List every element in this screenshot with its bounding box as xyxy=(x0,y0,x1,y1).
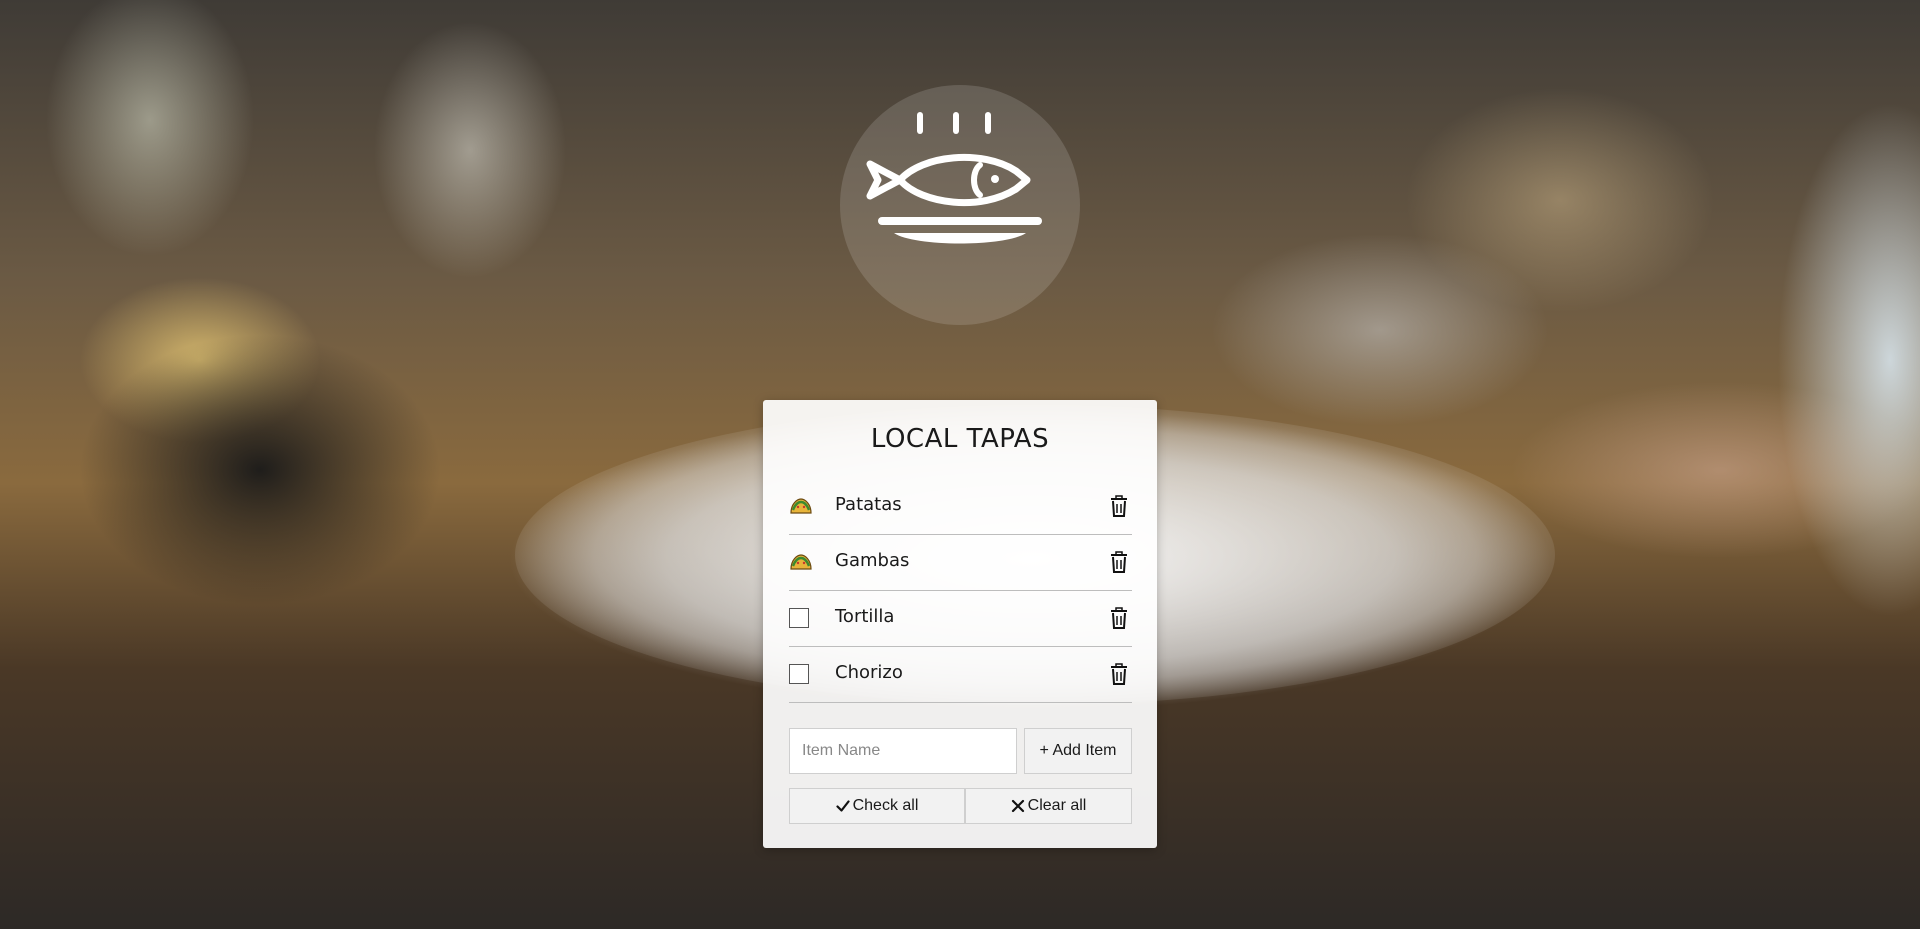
item-checkbox[interactable] xyxy=(789,608,809,628)
add-item-label: + Add Item xyxy=(1039,742,1117,759)
tapas-list-card: LOCAL TAPAS Patatas Gambas Tortilla Chor… xyxy=(763,400,1157,848)
item-label: Tortilla xyxy=(835,606,895,627)
clear-all-button[interactable]: Clear all xyxy=(965,788,1132,824)
checkmark-icon xyxy=(835,800,850,812)
fish-plate-icon xyxy=(866,112,1042,244)
check-all-label: Check all xyxy=(852,797,919,814)
list-item: Gambas xyxy=(789,534,1132,591)
item-label: Patatas xyxy=(835,494,902,515)
app-logo xyxy=(840,85,1080,325)
list-item: Chorizo xyxy=(789,646,1132,703)
item-checkbox[interactable] xyxy=(789,664,809,684)
item-label: Gambas xyxy=(835,550,910,571)
page-title: LOCAL TAPAS xyxy=(870,424,1050,454)
trash-icon[interactable] xyxy=(1107,662,1131,686)
list-item: Tortilla xyxy=(789,590,1132,647)
trash-icon[interactable] xyxy=(1107,550,1131,574)
taco-icon[interactable] xyxy=(789,552,813,572)
clear-all-label: Clear all xyxy=(1027,797,1087,814)
taco-icon[interactable] xyxy=(789,496,813,516)
check-all-button[interactable]: Check all xyxy=(789,788,965,824)
item-label: Chorizo xyxy=(835,662,903,683)
add-item-button[interactable]: + Add Item xyxy=(1024,728,1132,774)
trash-icon[interactable] xyxy=(1107,606,1131,630)
trash-icon[interactable] xyxy=(1107,494,1131,518)
list-item: Patatas xyxy=(789,478,1132,535)
item-name-input[interactable] xyxy=(789,728,1017,774)
close-icon xyxy=(1011,799,1024,813)
